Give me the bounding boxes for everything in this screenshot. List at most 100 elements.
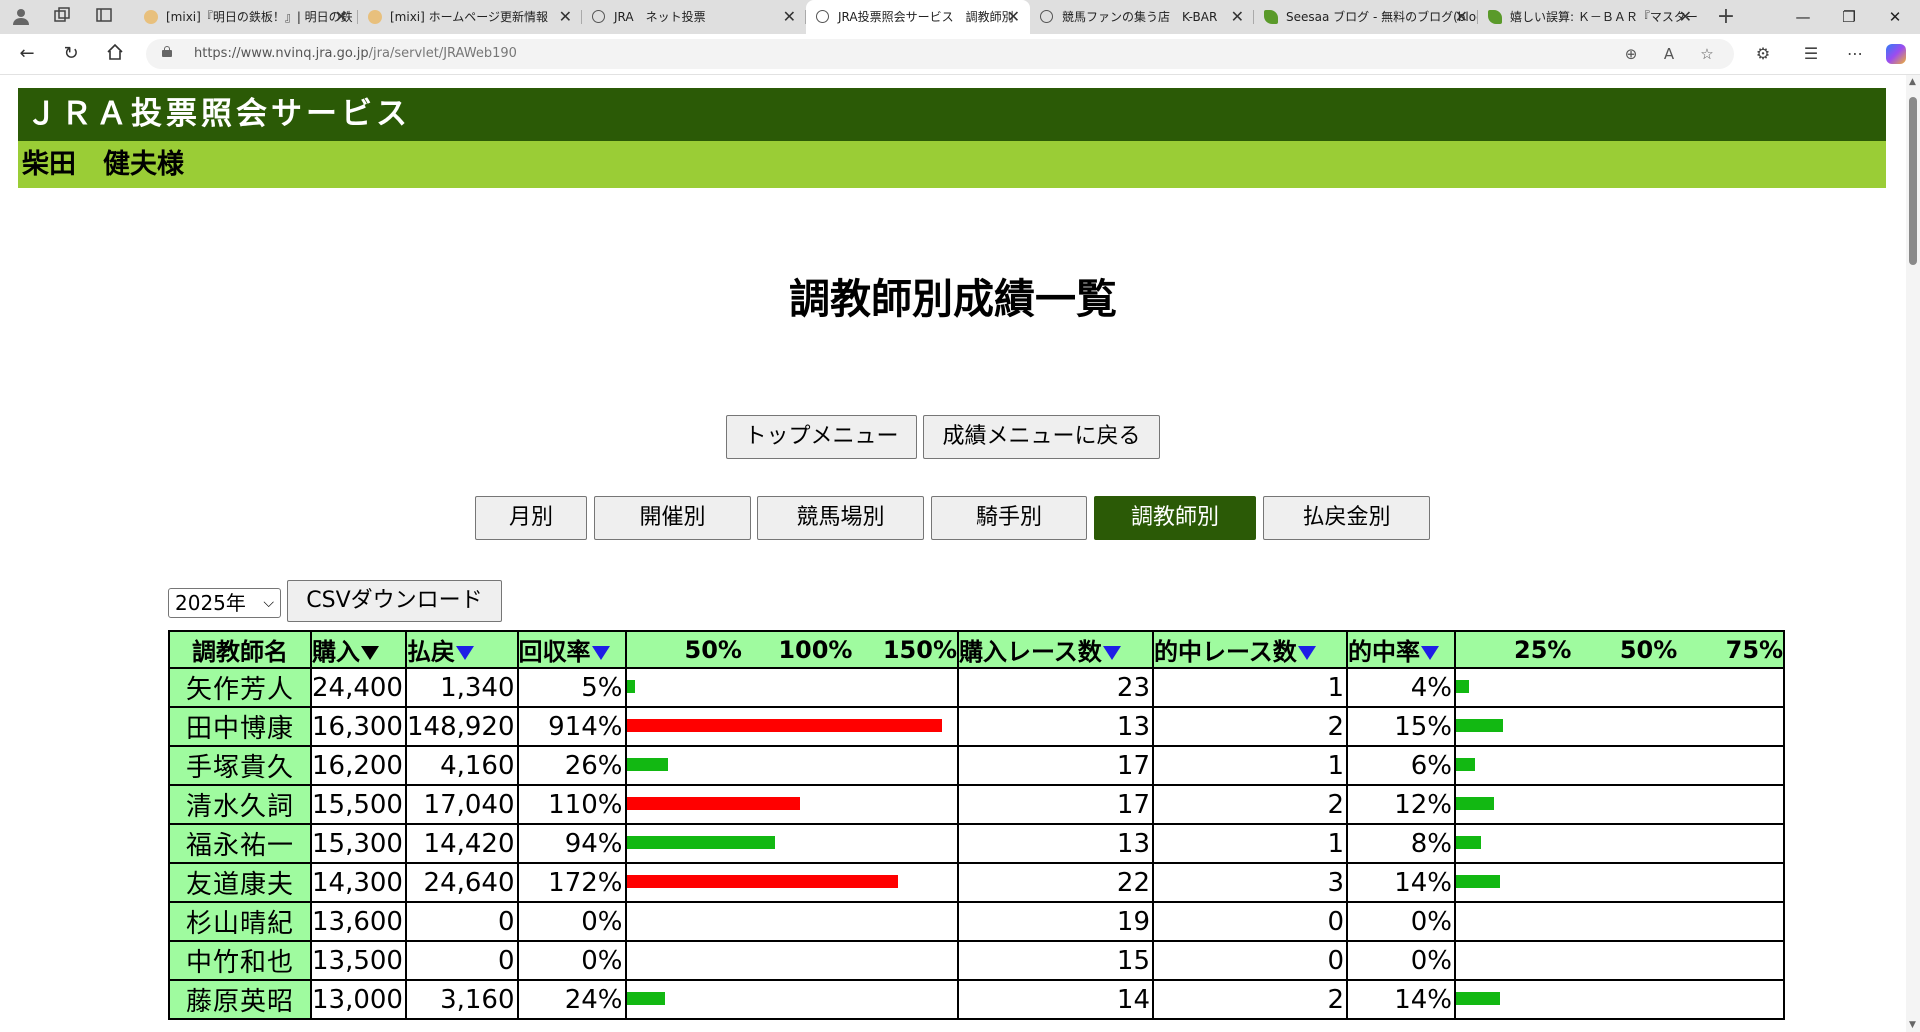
hit-rate-cell: 0%	[1346, 940, 1456, 981]
favorite-star-icon[interactable]: ☆	[1696, 43, 1718, 65]
recovery-bar-cell	[624, 667, 960, 708]
hit-rate-bar	[1456, 680, 1469, 693]
browser-tab[interactable]: JRA ネット投票 ✕	[582, 0, 806, 34]
hit-bar-cell	[1453, 940, 1786, 981]
hit-rate-cell: 4%	[1346, 667, 1456, 708]
tab-monthly[interactable]: 月別	[475, 496, 587, 540]
recovery-rate-cell: 172%	[516, 862, 627, 903]
tab-close-icon[interactable]: ✕	[1455, 0, 1468, 34]
tab-close-icon[interactable]: ✕	[559, 0, 572, 34]
url-text[interactable]: https://www.nvinq.jra.go.jp/jra/servlet/…	[194, 39, 517, 69]
scale-label: 150%	[882, 635, 957, 664]
refresh-icon[interactable]: ↻	[60, 43, 82, 65]
races-bought-cell: 15	[957, 940, 1154, 981]
header-races-hit[interactable]: 的中レース数	[1152, 630, 1348, 669]
races-hit-cell: 1	[1152, 823, 1348, 864]
tab-actions-icon[interactable]	[94, 7, 114, 27]
table-row: 藤原英昭 13,000 3,160 24% 14 2 14%	[168, 979, 1786, 1020]
purchase-cell: 15,500	[310, 784, 407, 825]
payout-cell: 3,160	[404, 979, 519, 1020]
home-icon[interactable]	[104, 43, 126, 65]
table-row: 田中博康 16,300 148,920 914% 13 2 15%	[168, 706, 1786, 747]
sort-desc-icon[interactable]	[361, 646, 379, 660]
profile-icon[interactable]	[11, 7, 31, 27]
tab-by-jockey[interactable]: 騎手別	[931, 496, 1087, 540]
tab-by-meeting[interactable]: 開催別	[594, 496, 751, 540]
table-row: 矢作芳人 24,400 1,340 5% 23 1 4%	[168, 667, 1786, 708]
scroll-down-arrow-icon[interactable]: ▼	[1909, 1020, 1916, 1030]
zoom-icon[interactable]: ⊕	[1620, 43, 1642, 65]
tab-by-racecourse[interactable]: 競馬場別	[757, 496, 924, 540]
sort-icon[interactable]	[1102, 646, 1121, 660]
purchase-cell: 24,400	[310, 667, 407, 708]
tab-close-icon[interactable]: ✕	[335, 0, 348, 34]
header-purchase[interactable]: 購入	[310, 630, 407, 669]
minimize-icon[interactable]: —	[1780, 0, 1826, 34]
sort-icon[interactable]	[455, 646, 474, 660]
window-close-icon[interactable]: ✕	[1872, 0, 1918, 34]
scroll-thumb[interactable]	[1909, 97, 1917, 265]
recovery-bar-cell	[624, 784, 960, 825]
scale-label: 50%	[1619, 635, 1678, 664]
more-menu-icon[interactable]: ⋯	[1844, 43, 1866, 65]
sort-icon[interactable]	[1421, 646, 1439, 660]
new-tab-icon[interactable]: +	[1716, 6, 1736, 28]
workspaces-icon[interactable]	[52, 7, 72, 27]
header-trainer: 調教師名	[168, 630, 312, 669]
races-bought-cell: 19	[957, 901, 1154, 942]
tab-close-icon[interactable]: ✕	[1231, 0, 1244, 34]
browser-tab[interactable]: JRA投票照会サービス 調教師別 ✕	[806, 0, 1030, 34]
favorites-icon[interactable]: ☰	[1800, 43, 1822, 65]
races-bought-cell: 17	[957, 745, 1154, 786]
tab-close-icon[interactable]: ✕	[783, 0, 796, 34]
purchase-cell: 13,000	[310, 979, 407, 1020]
leaf-favicon-icon	[1264, 10, 1278, 24]
browser-tab[interactable]: [mixi]『明日の鉄板！』| 明日の鉄 ✕	[134, 0, 358, 34]
back-to-results-menu-button[interactable]: 成績メニューに戻る	[923, 415, 1160, 459]
copilot-icon[interactable]	[1886, 44, 1906, 64]
sort-icon[interactable]	[591, 646, 610, 660]
recovery-rate-cell: 914%	[516, 706, 627, 747]
races-bought-cell: 13	[957, 706, 1154, 747]
browser-tab[interactable]: Seesaa ブログ - 無料のブログ(blog ✕	[1254, 0, 1478, 34]
tab-close-icon[interactable]: ✕	[1007, 0, 1020, 34]
csv-download-button[interactable]: CSVダウンロード	[287, 580, 502, 622]
back-icon[interactable]: ←	[16, 43, 38, 65]
trainer-name-cell: 手塚貴久	[168, 745, 312, 786]
page-scrollbar[interactable]: ▲ ▼	[1906, 75, 1920, 1032]
top-menu-button[interactable]: トップメニュー	[726, 415, 917, 459]
scroll-up-arrow-icon[interactable]: ▲	[1909, 77, 1916, 87]
header-payout[interactable]: 払戻	[404, 630, 519, 669]
recovery-bar-cell	[624, 862, 960, 903]
table-header-row: 調教師名 購入 払戻 回収率 50% 100% 150% 購入レース数 的中レー…	[168, 630, 1786, 669]
year-select[interactable]: 2025年 ⌵	[168, 588, 281, 618]
trainer-name-cell: 清水久詞	[168, 784, 312, 825]
browser-tab[interactable]: 嬉しい誤算: Ｋ－ＢＡＲ『マスター ✕	[1478, 0, 1702, 34]
header-hit-rate[interactable]: 的中率	[1346, 630, 1456, 669]
hit-rate-bar	[1456, 758, 1475, 771]
browser-tab[interactable]: [mixi] ホームページ更新情報 ✕	[358, 0, 582, 34]
tab-by-payout[interactable]: 払戻金別	[1263, 496, 1430, 540]
trainer-results-table: 調教師名 購入 払戻 回収率 50% 100% 150% 購入レース数 的中レー…	[168, 630, 1786, 1020]
sort-icon[interactable]	[1297, 646, 1316, 660]
recovery-scale-header: 50% 100% 150%	[624, 630, 960, 669]
recovery-bar-cell	[624, 745, 960, 786]
recovery-bar	[626, 680, 635, 693]
extensions-icon[interactable]: ⚙	[1752, 43, 1774, 65]
restore-icon[interactable]: ❐	[1826, 0, 1872, 34]
url-field[interactable]: https://www.nvinq.jra.go.jp/jra/servlet/…	[146, 39, 1734, 69]
year-select-value: 2025年	[175, 591, 246, 615]
payout-cell: 14,420	[404, 823, 519, 864]
browser-tab[interactable]: 競馬ファンの集う店 K-BAR ✕	[1030, 0, 1254, 34]
recovery-rate-cell: 94%	[516, 823, 627, 864]
tab-close-icon[interactable]: ✕	[1679, 0, 1692, 34]
trainer-name-cell: 藤原英昭	[168, 979, 312, 1020]
races-hit-cell: 2	[1152, 784, 1348, 825]
header-races-bought[interactable]: 購入レース数	[957, 630, 1154, 669]
races-bought-cell: 13	[957, 823, 1154, 864]
header-recovery-rate[interactable]: 回収率	[516, 630, 627, 669]
tab-by-trainer[interactable]: 調教師別	[1094, 496, 1256, 540]
lock-icon[interactable]	[162, 46, 172, 57]
read-aloud-icon[interactable]: A	[1658, 43, 1680, 65]
hit-bar-cell	[1453, 667, 1786, 708]
